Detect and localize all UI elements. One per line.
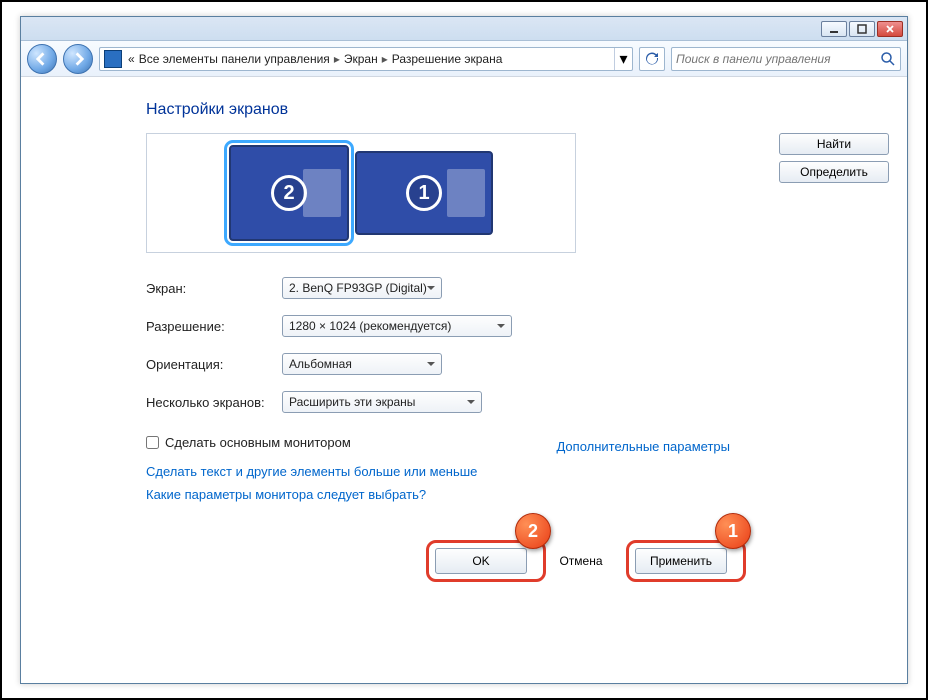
screen-dropdown-value: 2. BenQ FP93GP (Digital) bbox=[289, 281, 427, 295]
back-button[interactable] bbox=[27, 44, 57, 74]
control-panel-icon bbox=[104, 50, 122, 68]
orientation-dropdown[interactable]: Альбомная bbox=[282, 353, 442, 375]
ok-button[interactable]: OK bbox=[435, 548, 527, 574]
find-button[interactable]: Найти bbox=[779, 133, 889, 155]
annotation-ok: OK 2 bbox=[426, 540, 546, 582]
apply-button[interactable]: Применить bbox=[635, 548, 727, 574]
multiple-displays-label: Несколько экранов: bbox=[146, 395, 282, 410]
orientation-label: Ориентация: bbox=[146, 357, 282, 372]
monitor-2-number: 2 bbox=[271, 175, 307, 211]
resolution-dropdown-value: 1280 × 1024 (рекомендуется) bbox=[289, 319, 451, 333]
multiple-displays-dropdown[interactable]: Расширить эти экраны bbox=[282, 391, 482, 413]
screen-label: Экран: bbox=[146, 281, 282, 296]
make-primary-label: Сделать основным монитором bbox=[165, 435, 351, 450]
annotation-bubble-1: 1 bbox=[715, 513, 751, 549]
monitor-1[interactable]: 1 bbox=[355, 151, 493, 235]
identify-button[interactable]: Определить bbox=[779, 161, 889, 183]
page-title: Настройки экранов bbox=[146, 101, 907, 119]
monitor-2[interactable]: 2 bbox=[229, 145, 349, 241]
window-titlebar bbox=[21, 17, 907, 41]
make-primary-checkbox[interactable] bbox=[146, 436, 159, 449]
refresh-button[interactable] bbox=[639, 47, 665, 71]
minimize-button[interactable] bbox=[821, 21, 847, 37]
annotation-apply: Применить 1 bbox=[626, 540, 746, 582]
breadcrumb-screen[interactable]: Экран bbox=[342, 52, 380, 66]
screen-dropdown[interactable]: 2. BenQ FP93GP (Digital) bbox=[282, 277, 442, 299]
history-dropdown-button[interactable]: ▾ bbox=[614, 48, 632, 70]
chevron-right-icon: ▸ bbox=[380, 52, 390, 66]
orientation-dropdown-value: Альбомная bbox=[289, 357, 352, 371]
monitor-preview-area[interactable]: 2 1 bbox=[146, 133, 576, 253]
chevron-right-icon: ▸ bbox=[332, 52, 342, 66]
text-size-link[interactable]: Сделать текст и другие элементы больше и… bbox=[146, 464, 477, 479]
annotation-bubble-2: 2 bbox=[515, 513, 551, 549]
close-button[interactable] bbox=[877, 21, 903, 37]
resolution-dropdown[interactable]: 1280 × 1024 (рекомендуется) bbox=[282, 315, 512, 337]
address-bar[interactable]: « Все элементы панели управления ▸ Экран… bbox=[99, 47, 633, 71]
forward-button[interactable] bbox=[63, 44, 93, 74]
which-params-link[interactable]: Какие параметры монитора следует выбрать… bbox=[146, 487, 426, 502]
resolution-label: Разрешение: bbox=[146, 319, 282, 334]
explorer-navbar: « Все элементы панели управления ▸ Экран… bbox=[21, 41, 907, 77]
maximize-button[interactable] bbox=[849, 21, 875, 37]
multiple-displays-dropdown-value: Расширить эти экраны bbox=[289, 395, 415, 409]
breadcrumb-prefix[interactable]: « bbox=[126, 52, 137, 66]
search-input[interactable] bbox=[676, 52, 880, 66]
breadcrumb-root[interactable]: Все элементы панели управления bbox=[137, 52, 332, 66]
advanced-settings-link[interactable]: Дополнительные параметры bbox=[556, 439, 730, 454]
breadcrumb-resolution[interactable]: Разрешение экрана bbox=[390, 52, 505, 66]
refresh-icon bbox=[644, 51, 660, 67]
breadcrumb: « Все элементы панели управления ▸ Экран… bbox=[126, 52, 614, 66]
search-box[interactable] bbox=[671, 47, 901, 71]
cancel-button[interactable]: Отмена bbox=[546, 548, 616, 574]
search-icon bbox=[880, 51, 896, 67]
monitor-1-number: 1 bbox=[406, 175, 442, 211]
